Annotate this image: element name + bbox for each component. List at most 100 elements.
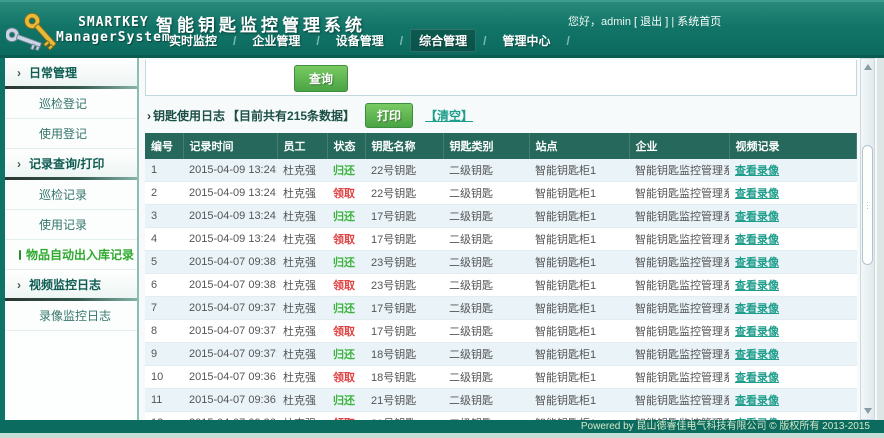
logout-link[interactable]: [ 退出 ]: [634, 16, 668, 28]
cell-status: 领取: [327, 227, 365, 251]
status-badge: 归还: [333, 257, 355, 269]
cell-site: 智能钥匙柜1: [529, 204, 629, 228]
nav-tab-realtime-monitor[interactable]: 实时监控: [160, 29, 226, 52]
col-header-site: 站点: [529, 133, 630, 159]
view-video-link[interactable]: 查看录像: [735, 257, 779, 269]
nav-tab-comprehensive-mgmt[interactable]: 综合管理: [410, 29, 477, 52]
log-section-bar: › 钥匙使用日志 【目前共有215条数据】 打印 【清空】: [147, 103, 857, 128]
sidebar-item-inspection-register[interactable]: 巡检登记: [5, 89, 137, 119]
cell-company: 智能钥匙监控管理系统: [629, 273, 729, 297]
user-bar: 您好，admin [ 退出 ] | 系统首页: [568, 13, 721, 29]
cell-time: 2015-04-07 09:36:20: [183, 411, 277, 420]
view-video-link[interactable]: 查看录像: [735, 395, 779, 407]
table-row[interactable]: 7 2015-04-07 09:37:59 杜克强 归还 17号钥匙 二级钥匙 …: [145, 296, 857, 320]
table-row[interactable]: 3 2015-04-09 13:24:08 杜克强 归还 17号钥匙 二级钥匙 …: [145, 204, 857, 228]
sidebar-section-daily-mgmt[interactable]: › 日常管理: [5, 58, 137, 86]
sidebar-item-usage-record[interactable]: 使用记录: [5, 210, 137, 240]
footer-text: Powered by 昆山德睿佳电气科技有限公司 © 版权所有 2013-201…: [580, 421, 870, 432]
cell-key-name: 22号钥匙: [365, 159, 443, 182]
table-header-row: 编号 记录时间 员工 状态 钥匙名称 钥匙类别 站点 企业 视频记录: [145, 133, 857, 159]
table-row[interactable]: 8 2015-04-07 09:37:51 杜克强 领取 17号钥匙 二级钥匙 …: [145, 319, 857, 343]
cell-status: 领取: [327, 365, 365, 389]
cell-company: 智能钥匙监控管理系统: [629, 342, 729, 366]
scroll-up-icon[interactable]: [864, 64, 872, 70]
view-video-link[interactable]: 查看录像: [735, 372, 779, 384]
cell-key-name: 22号钥匙: [365, 181, 443, 205]
view-video-link[interactable]: 查看录像: [735, 326, 779, 338]
cell-site: 智能钥匙柜1: [529, 388, 629, 412]
cell-category: 二级钥匙: [443, 250, 529, 274]
print-button[interactable]: 打印: [365, 103, 414, 128]
cell-category: 二级钥匙: [443, 342, 529, 366]
vertical-scrollbar[interactable]: [860, 58, 875, 420]
table-row[interactable]: 12 2015-04-07 09:36:20 杜克强 领取 21号钥匙 二级钥匙…: [145, 411, 857, 420]
cell-category: 二级钥匙: [443, 181, 529, 205]
table-row[interactable]: 1 2015-04-09 13:24:16 杜克强 归还 22号钥匙 二级钥匙 …: [145, 159, 857, 182]
system-home-link[interactable]: 系统首页: [677, 16, 721, 28]
table-row[interactable]: 2 2015-04-09 13:24:12 杜克强 领取 22号钥匙 二级钥匙 …: [145, 181, 857, 205]
cell-no: 6: [145, 273, 183, 297]
sidebar-item-inspection-record[interactable]: 巡检记录: [5, 180, 137, 210]
sidebar-section-video-log[interactable]: › 视频监控日志: [5, 270, 137, 298]
nav-tab-enterprise-mgmt[interactable]: 企业管理: [243, 29, 309, 52]
cell-company: 智能钥匙监控管理系统: [629, 319, 729, 343]
cell-employee: 杜克强: [277, 296, 327, 320]
view-video-link[interactable]: 查看录像: [735, 165, 779, 177]
table-row[interactable]: 10 2015-04-07 09:36:56 杜克强 领取 18号钥匙 二级钥匙…: [145, 365, 857, 389]
log-record-count: 【目前共有215条数据】: [227, 109, 356, 123]
cell-category: 二级钥匙: [443, 227, 529, 251]
status-badge: 归还: [333, 395, 355, 407]
nav-tab-device-mgmt[interactable]: 设备管理: [327, 29, 393, 52]
cell-key-name: 23号钥匙: [365, 273, 443, 297]
view-video-link[interactable]: 查看录像: [735, 303, 779, 315]
footer-bar: Powered by 昆山德睿佳电气科技有限公司 © 版权所有 2013-201…: [0, 420, 884, 433]
cell-category: 二级钥匙: [443, 319, 529, 343]
sidebar-section-title: 视频监控日志: [29, 278, 102, 292]
cell-time: 2015-04-09 13:24:04: [183, 227, 277, 251]
sidebar-item-usage-register[interactable]: 使用登记: [5, 119, 137, 149]
view-video-link[interactable]: 查看录像: [735, 234, 779, 246]
clear-link[interactable]: 【清空】: [425, 107, 473, 124]
col-header-no: 编号: [145, 133, 184, 159]
title-arrow-icon: ›: [147, 108, 151, 123]
cell-key-name: 18号钥匙: [365, 342, 443, 366]
col-header-status: 状态: [327, 133, 366, 159]
cell-video: 查看录像: [729, 181, 857, 205]
cell-video: 查看录像: [729, 319, 857, 343]
cell-site: 智能钥匙柜1: [529, 159, 629, 182]
query-button[interactable]: 查询: [294, 65, 348, 92]
scrollbar-thumb[interactable]: [862, 145, 873, 265]
sidebar-section-record-query-print[interactable]: › 记录查询/打印: [5, 149, 137, 177]
sidebar-item-recording-monitor-log[interactable]: 录像监控日志: [5, 301, 137, 331]
cell-key-name: 21号钥匙: [365, 411, 443, 420]
nav-tab-mgmt-center[interactable]: 管理中心: [493, 29, 559, 52]
table-row[interactable]: 9 2015-04-07 09:37:00 杜克强 归还 18号钥匙 二级钥匙 …: [145, 342, 857, 366]
cell-key-name: 18号钥匙: [365, 365, 443, 389]
cell-site: 智能钥匙柜1: [529, 273, 629, 297]
search-form-panel: 查询: [145, 60, 857, 96]
cell-status: 领取: [327, 319, 365, 343]
col-header-company: 企业: [629, 133, 730, 159]
cell-employee: 杜克强: [277, 159, 327, 182]
table-row[interactable]: 4 2015-04-09 13:24:04 杜克强 领取 17号钥匙 二级钥匙 …: [145, 227, 857, 251]
table-row[interactable]: 5 2015-04-07 09:38:10 杜克强 归还 23号钥匙 二级钥匙 …: [145, 250, 857, 274]
cell-site: 智能钥匙柜1: [529, 250, 629, 274]
sidebar-item-auto-inout-record[interactable]: 物品自动出入库记录: [5, 240, 137, 270]
scroll-down-icon[interactable]: [864, 408, 872, 414]
cell-key-name: 23号钥匙: [365, 250, 443, 274]
view-video-link[interactable]: 查看录像: [735, 280, 779, 292]
cell-time: 2015-04-07 09:37:00: [183, 342, 277, 366]
table-row[interactable]: 6 2015-04-07 09:38:05 杜克强 领取 23号钥匙 二级钥匙 …: [145, 273, 857, 297]
cell-employee: 杜克强: [277, 388, 327, 412]
cell-company: 智能钥匙监控管理系统: [629, 388, 729, 412]
table-row[interactable]: 11 2015-04-07 09:36:25 杜克强 归还 21号钥匙 二级钥匙…: [145, 388, 857, 412]
view-video-link[interactable]: 查看录像: [735, 188, 779, 200]
view-video-link[interactable]: 查看录像: [735, 211, 779, 223]
cell-status: 归还: [327, 296, 365, 320]
view-video-link[interactable]: 查看录像: [735, 349, 779, 361]
logo-line1: SMARTKEY: [78, 15, 149, 30]
col-header-time: 记录时间: [183, 133, 278, 159]
bottom-edge-strip: [0, 433, 884, 438]
cell-video: 查看录像: [729, 250, 857, 274]
cell-no: 5: [145, 250, 183, 274]
